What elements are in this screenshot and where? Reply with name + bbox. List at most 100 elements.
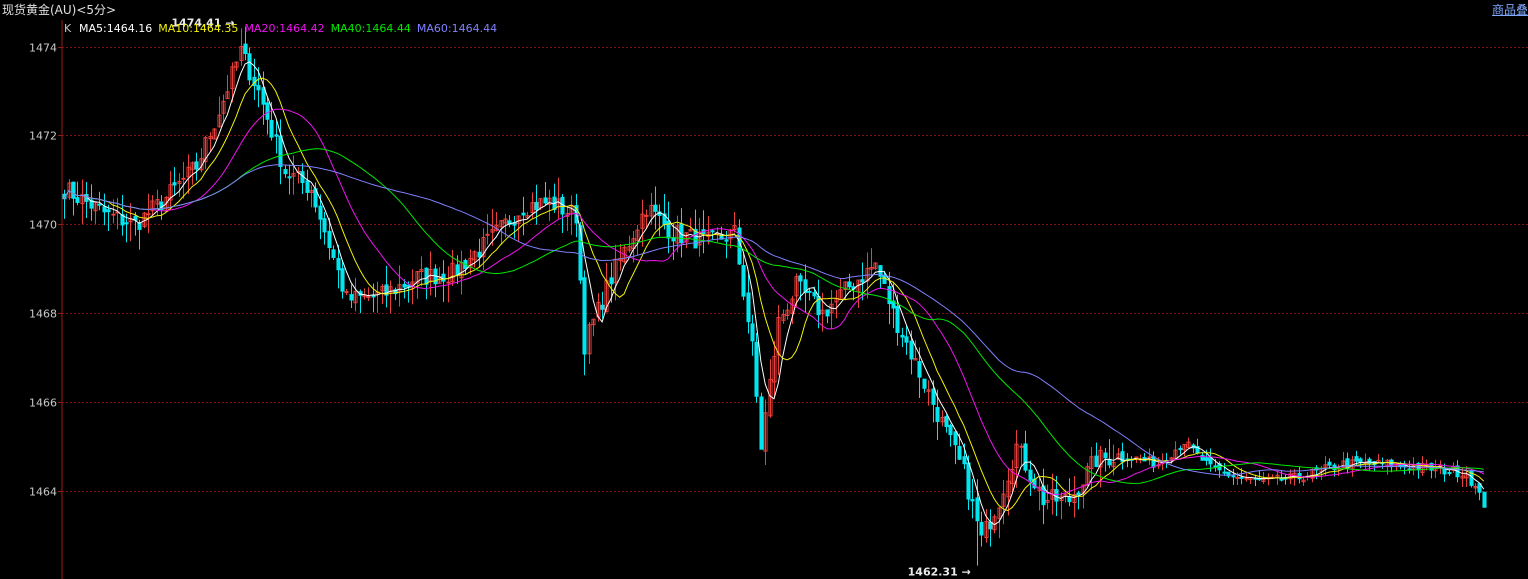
candle-body xyxy=(402,283,407,288)
legend-ma20: MA20:1464.42 xyxy=(244,22,324,35)
candle-body xyxy=(1094,455,1099,468)
candle-body xyxy=(1028,469,1033,481)
candle-body xyxy=(71,181,76,199)
candle-body xyxy=(900,334,905,338)
candle-body xyxy=(446,281,451,284)
candle-body xyxy=(975,497,980,522)
candle-body xyxy=(812,292,817,297)
candle-body xyxy=(750,323,755,342)
candle-body xyxy=(1354,456,1359,462)
candle-body xyxy=(1327,461,1332,466)
candle-body xyxy=(600,304,605,310)
candle-body xyxy=(1231,475,1236,478)
ma-line-ma10 xyxy=(63,77,1485,512)
candle-body xyxy=(1222,471,1227,474)
candle-body xyxy=(759,396,764,450)
candle-body xyxy=(847,281,852,288)
candle-body xyxy=(243,43,248,55)
candle-body xyxy=(1482,491,1487,508)
candle-body xyxy=(609,277,614,285)
candle-body xyxy=(582,277,587,355)
candle-body xyxy=(979,521,984,536)
candle-body xyxy=(1147,456,1152,459)
candle-body xyxy=(746,292,751,323)
candle-body xyxy=(247,53,252,81)
candle-body xyxy=(318,205,323,220)
ma-line-ma20 xyxy=(63,108,1485,495)
ma-line-ma60 xyxy=(63,164,1484,476)
y-tick-label: 1474 xyxy=(29,42,57,55)
candle-body xyxy=(1447,472,1452,475)
candle-body xyxy=(1023,443,1028,471)
legend-ma10: MA10:1464.35 xyxy=(158,22,238,35)
candle-body xyxy=(441,273,446,282)
candle-body xyxy=(521,212,526,216)
legend-ma5: MA5:1464.16 xyxy=(79,22,152,35)
candle-body xyxy=(917,361,922,378)
candle-body xyxy=(146,213,151,216)
candle-body xyxy=(172,182,177,186)
candle-body xyxy=(798,275,803,282)
candle-body xyxy=(1239,476,1244,479)
y-tick-label: 1468 xyxy=(29,308,57,321)
candle-body xyxy=(944,416,949,427)
ma-legend: K MA5:1464.16 MA10:1464.35 MA20:1464.42 MA40… xyxy=(64,22,497,35)
y-tick-label: 1470 xyxy=(29,219,57,232)
y-tick-label: 1466 xyxy=(29,397,57,410)
candles xyxy=(62,26,1487,566)
candle-body xyxy=(274,134,279,137)
candle-body xyxy=(349,294,354,301)
candle-body xyxy=(256,85,261,91)
y-tick-label: 1464 xyxy=(29,486,57,499)
candle-body xyxy=(181,177,186,180)
candle-body xyxy=(644,214,649,217)
legend-ma40: MA40:1464.44 xyxy=(331,22,411,35)
candle-body xyxy=(340,268,345,292)
candle-body xyxy=(948,424,953,436)
candle-body xyxy=(882,274,887,284)
candle-body xyxy=(988,521,993,530)
candlestick-chart[interactable]: 1464 1466 1468 1470 1472 1474 1474.41 →1462.3… xyxy=(0,0,1528,579)
candle-body xyxy=(860,279,865,283)
candle-body xyxy=(111,213,116,216)
candle-body xyxy=(807,290,812,293)
y-axis: 1464 1466 1468 1470 1472 1474 xyxy=(29,20,63,579)
candle-body xyxy=(1151,456,1156,468)
candle-body xyxy=(931,388,936,405)
candle-body xyxy=(97,203,102,206)
candle-body xyxy=(1204,457,1209,461)
candle-body xyxy=(106,209,111,213)
candle-body xyxy=(895,305,900,334)
ma-line-ma5 xyxy=(63,61,1485,526)
candle-body xyxy=(543,197,548,204)
candle-body xyxy=(406,284,411,287)
candle-body xyxy=(887,286,892,305)
candle-body xyxy=(283,169,288,175)
candle-body xyxy=(344,291,349,294)
ma-line-ma40 xyxy=(63,148,1484,484)
candle-body xyxy=(1054,489,1059,502)
candle-body xyxy=(287,176,292,179)
candle-body xyxy=(1235,476,1240,479)
candle-body xyxy=(331,249,336,258)
candle-body xyxy=(922,378,927,389)
candle-body xyxy=(904,336,909,343)
y-tick-label: 1472 xyxy=(29,130,57,143)
candle-body xyxy=(477,251,482,258)
moving-average-lines xyxy=(63,61,1485,526)
candle-body xyxy=(261,87,266,105)
legend-prefix: K xyxy=(64,22,72,35)
candle-body xyxy=(957,445,962,460)
candle-body xyxy=(754,341,759,397)
candle-body xyxy=(962,456,967,465)
candle-body xyxy=(966,462,971,500)
candle-body xyxy=(124,222,129,225)
candle-body xyxy=(724,239,729,242)
candle-body xyxy=(485,233,490,236)
candle-body xyxy=(1213,465,1218,468)
candle-body xyxy=(265,102,270,120)
price-annotation-label: 1462.31 → xyxy=(908,566,971,579)
legend-ma60: MA60:1464.44 xyxy=(417,22,497,35)
candle-body xyxy=(1063,493,1068,496)
candle-body xyxy=(825,309,830,317)
